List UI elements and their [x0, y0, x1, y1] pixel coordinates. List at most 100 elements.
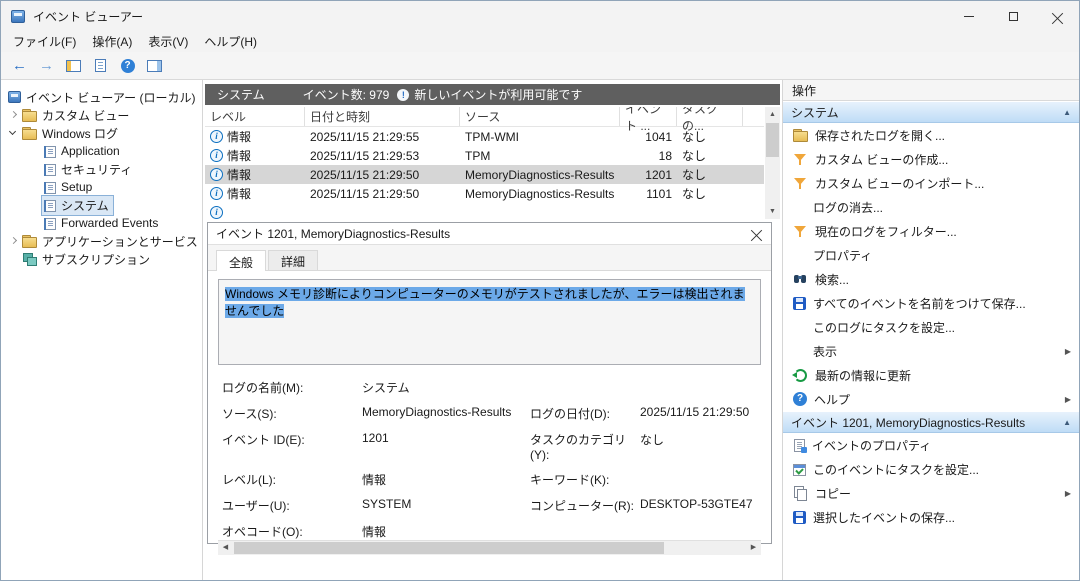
close-preview-icon[interactable] — [751, 228, 763, 240]
subscriptions-icon — [22, 252, 37, 266]
preview-header: イベント 1201, MemoryDiagnostics-Results — [208, 223, 771, 245]
column-header-event-id[interactable]: イベント ... — [620, 107, 677, 126]
cell-source: MemoryDiagnostics-Results — [460, 168, 620, 182]
column-header-task-category[interactable]: タスクの... — [677, 107, 743, 126]
field-value: MemoryDiagnostics-Results — [362, 405, 530, 422]
content-area: イベント ビューアー (ローカル) カスタム ビュー Windows ログ Ap… — [1, 80, 1079, 580]
action-view[interactable]: 表示 ▶ — [783, 339, 1079, 363]
cell-task: なし — [677, 147, 743, 164]
action-event-properties[interactable]: イベントのプロパティ — [783, 433, 1079, 457]
action-create-custom-view[interactable]: カスタム ビューの作成... — [783, 147, 1079, 171]
action-find[interactable]: 検索... — [783, 267, 1079, 291]
cell-source: MemoryDiagnostics-Results — [460, 187, 620, 201]
scrollbar-thumb[interactable] — [234, 542, 664, 554]
horizontal-scrollbar[interactable]: ◀ ▶ — [218, 540, 761, 555]
chevron-down-icon[interactable] — [7, 127, 19, 139]
column-header-level[interactable]: レベル — [205, 107, 305, 126]
menu-action[interactable]: 操作(A) — [84, 31, 140, 52]
task-icon — [793, 464, 806, 476]
action-copy[interactable]: コピー ▶ — [783, 481, 1079, 505]
action-label: 現在のログをフィルター... — [815, 223, 957, 240]
table-row[interactable]: 情報 2025/11/15 21:29:50 MemoryDiagnostics… — [205, 184, 764, 203]
tree-item-label: Windows ログ — [42, 125, 118, 142]
field-value: なし — [640, 431, 759, 462]
actions-section-system[interactable]: システム ▲ — [783, 101, 1079, 123]
minimize-button[interactable] — [947, 1, 991, 31]
action-save-all-events-as[interactable]: すべてのイベントを名前をつけて保存... — [783, 291, 1079, 315]
show-console-tree-button[interactable] — [61, 54, 86, 78]
tree-item-subscriptions[interactable]: サブスクリプション — [1, 250, 202, 268]
folder-icon — [22, 126, 37, 140]
table-row[interactable]: 情報 2025/11/15 21:29:55 TPM-WMI 1041 なし — [205, 127, 764, 146]
column-header-datetime[interactable]: 日付と時刻 — [305, 107, 460, 126]
actions-section-event[interactable]: イベント 1201, MemoryDiagnostics-Results ▲ — [783, 411, 1079, 433]
tree-item-custom-views[interactable]: カスタム ビュー — [1, 106, 202, 124]
show-action-pane-button[interactable] — [142, 54, 167, 78]
tab-details[interactable]: 詳細 — [268, 250, 318, 270]
cell-event-id: 1201 — [620, 168, 677, 182]
chevron-right-icon[interactable] — [7, 235, 19, 247]
menu-view[interactable]: 表示(V) — [140, 31, 196, 52]
actions-title: 操作 — [783, 80, 1079, 101]
action-import-custom-view[interactable]: カスタム ビューのインポート... — [783, 171, 1079, 195]
tree-item-label: カスタム ビュー — [42, 107, 129, 124]
export-list-button[interactable] — [88, 54, 113, 78]
tree-item-application[interactable]: Application — [1, 142, 202, 160]
scroll-up-icon[interactable]: ▲ — [765, 107, 780, 122]
field-label: イベント ID(E): — [222, 431, 362, 462]
scroll-down-icon[interactable]: ▼ — [765, 204, 780, 219]
chevron-right-icon[interactable] — [7, 109, 19, 121]
menu-help[interactable]: ヘルプ(H) — [196, 31, 265, 52]
tree-item-label: イベント ビューアー (ローカル) — [26, 89, 195, 106]
table-row-partial[interactable] — [205, 203, 764, 219]
section-header-label: システム — [791, 104, 839, 121]
action-properties[interactable]: プロパティ — [783, 243, 1079, 267]
tree-item-system[interactable]: システム — [1, 196, 202, 214]
tree-item-root[interactable]: イベント ビューアー (ローカル) — [1, 88, 202, 106]
close-button[interactable] — [1035, 1, 1079, 31]
scroll-left-icon[interactable]: ◀ — [218, 541, 233, 555]
action-clear-log[interactable]: ログの消去... — [783, 195, 1079, 219]
menu-file[interactable]: ファイル(F) — [5, 31, 84, 52]
tree-item-setup[interactable]: Setup — [1, 178, 202, 196]
preview-tabs: 全般 詳細 — [208, 245, 771, 271]
minimize-icon — [964, 16, 974, 17]
tree-item-forwarded-events[interactable]: Forwarded Events — [1, 214, 202, 232]
find-icon — [793, 272, 808, 286]
back-button[interactable]: ← — [7, 54, 32, 78]
action-attach-task-to-event[interactable]: このイベントにタスクを設定... — [783, 457, 1079, 481]
menubar: ファイル(F) 操作(A) 表示(V) ヘルプ(H) — [1, 31, 1079, 52]
forward-button[interactable]: → — [34, 54, 59, 78]
collapse-arrow-icon[interactable]: ▲ — [1063, 418, 1071, 427]
action-help[interactable]: ヘルプ ▶ — [783, 387, 1079, 411]
collapse-arrow-icon[interactable]: ▲ — [1063, 108, 1071, 117]
table-row-selected[interactable]: 情報 2025/11/15 21:29:50 MemoryDiagnostics… — [205, 165, 764, 184]
info-level-icon — [210, 130, 223, 143]
field-value — [640, 471, 759, 488]
action-open-saved-log[interactable]: 保存されたログを開く... — [783, 123, 1079, 147]
action-label: すべてのイベントを名前をつけて保存... — [813, 295, 1026, 312]
cell-datetime: 2025/11/15 21:29:55 — [305, 130, 460, 144]
vertical-scrollbar[interactable]: ▲ ▼ — [765, 107, 780, 219]
table-row[interactable]: 情報 2025/11/15 21:29:53 TPM 18 なし — [205, 146, 764, 165]
action-filter-current-log[interactable]: 現在のログをフィルター... — [783, 219, 1079, 243]
close-icon — [1052, 11, 1063, 22]
titlebar[interactable]: イベント ビューアー — [1, 1, 1079, 31]
field-value: SYSTEM — [362, 497, 530, 514]
action-refresh[interactable]: 最新の情報に更新 — [783, 363, 1079, 387]
scroll-right-icon[interactable]: ▶ — [746, 541, 761, 555]
cell-event-id: 18 — [620, 149, 677, 163]
tree-item-security[interactable]: セキュリティ — [1, 160, 202, 178]
tab-general[interactable]: 全般 — [216, 250, 266, 271]
tree-item-apps-services-logs[interactable]: アプリケーションとサービス ログ — [1, 232, 202, 250]
event-description-box[interactable]: Windows メモリ診断によりコンピューターのメモリがテストされましたが、エラ… — [218, 279, 761, 365]
column-header-source[interactable]: ソース — [460, 107, 620, 126]
tree-item-windows-logs[interactable]: Windows ログ — [1, 124, 202, 142]
scrollbar-thumb[interactable] — [766, 123, 779, 157]
action-save-selected-events[interactable]: 選択したイベントの保存... — [783, 505, 1079, 529]
filter-icon — [793, 224, 808, 238]
action-attach-task-to-log[interactable]: このログにタスクを設定... — [783, 315, 1079, 339]
help-button[interactable] — [115, 54, 140, 78]
maximize-button[interactable] — [991, 1, 1035, 31]
help-icon — [793, 392, 807, 406]
